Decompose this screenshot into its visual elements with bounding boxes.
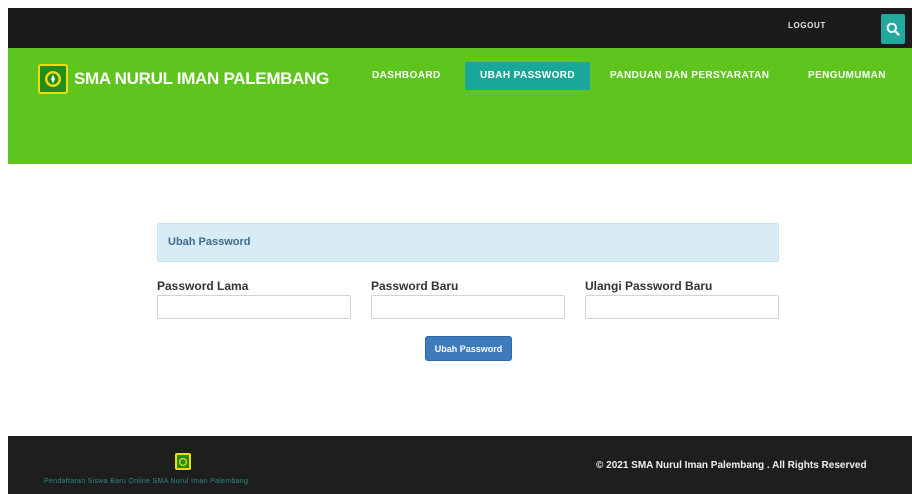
site-footer: Pendaftaran Siswa Baru Online SMA Nurul … [8,436,912,494]
form-heading-panel: Ubah Password [157,223,779,262]
footer-tagline: Pendaftaran Siswa Baru Online SMA Nurul … [44,478,249,485]
confirm-password-input[interactable] [585,295,779,319]
top-bar: LOGOUT [8,8,912,48]
site-header: SMA NURUL IMAN PALEMBANG DASHBOARD UBAH … [8,48,912,164]
copyright-text: © 2021 SMA Nurul Iman Palembang . All Ri… [596,460,867,471]
brand-title: SMA NURUL IMAN PALEMBANG [74,69,330,88]
new-password-input[interactable] [371,295,565,319]
search-button[interactable] [881,14,905,44]
page: LOGOUT SMA NURUL IMAN PALEMBANG DASHBOAR… [8,8,912,494]
logout-link[interactable]: LOGOUT [788,21,826,30]
nav-dashboard[interactable]: DASHBOARD [372,62,441,90]
school-emblem-icon [175,453,191,470]
nav-panduan-dan-persyaratan[interactable]: PANDUAN DAN PERSYARATAN [610,62,769,90]
new-password-label: Password Baru [371,279,459,293]
old-password-label: Password Lama [157,279,249,293]
old-password-input[interactable] [157,295,351,319]
brand[interactable]: SMA NURUL IMAN PALEMBANG [38,64,329,94]
nav-ubah-password[interactable]: UBAH PASSWORD [465,62,591,90]
school-emblem-icon [38,64,68,94]
nav-pengumuman[interactable]: PENGUMUMAN [808,62,886,90]
search-icon [886,22,900,36]
confirm-password-label: Ulangi Password Baru [585,279,713,293]
ubah-password-button[interactable]: Ubah Password [425,336,512,361]
form-heading: Ubah Password [168,236,251,248]
